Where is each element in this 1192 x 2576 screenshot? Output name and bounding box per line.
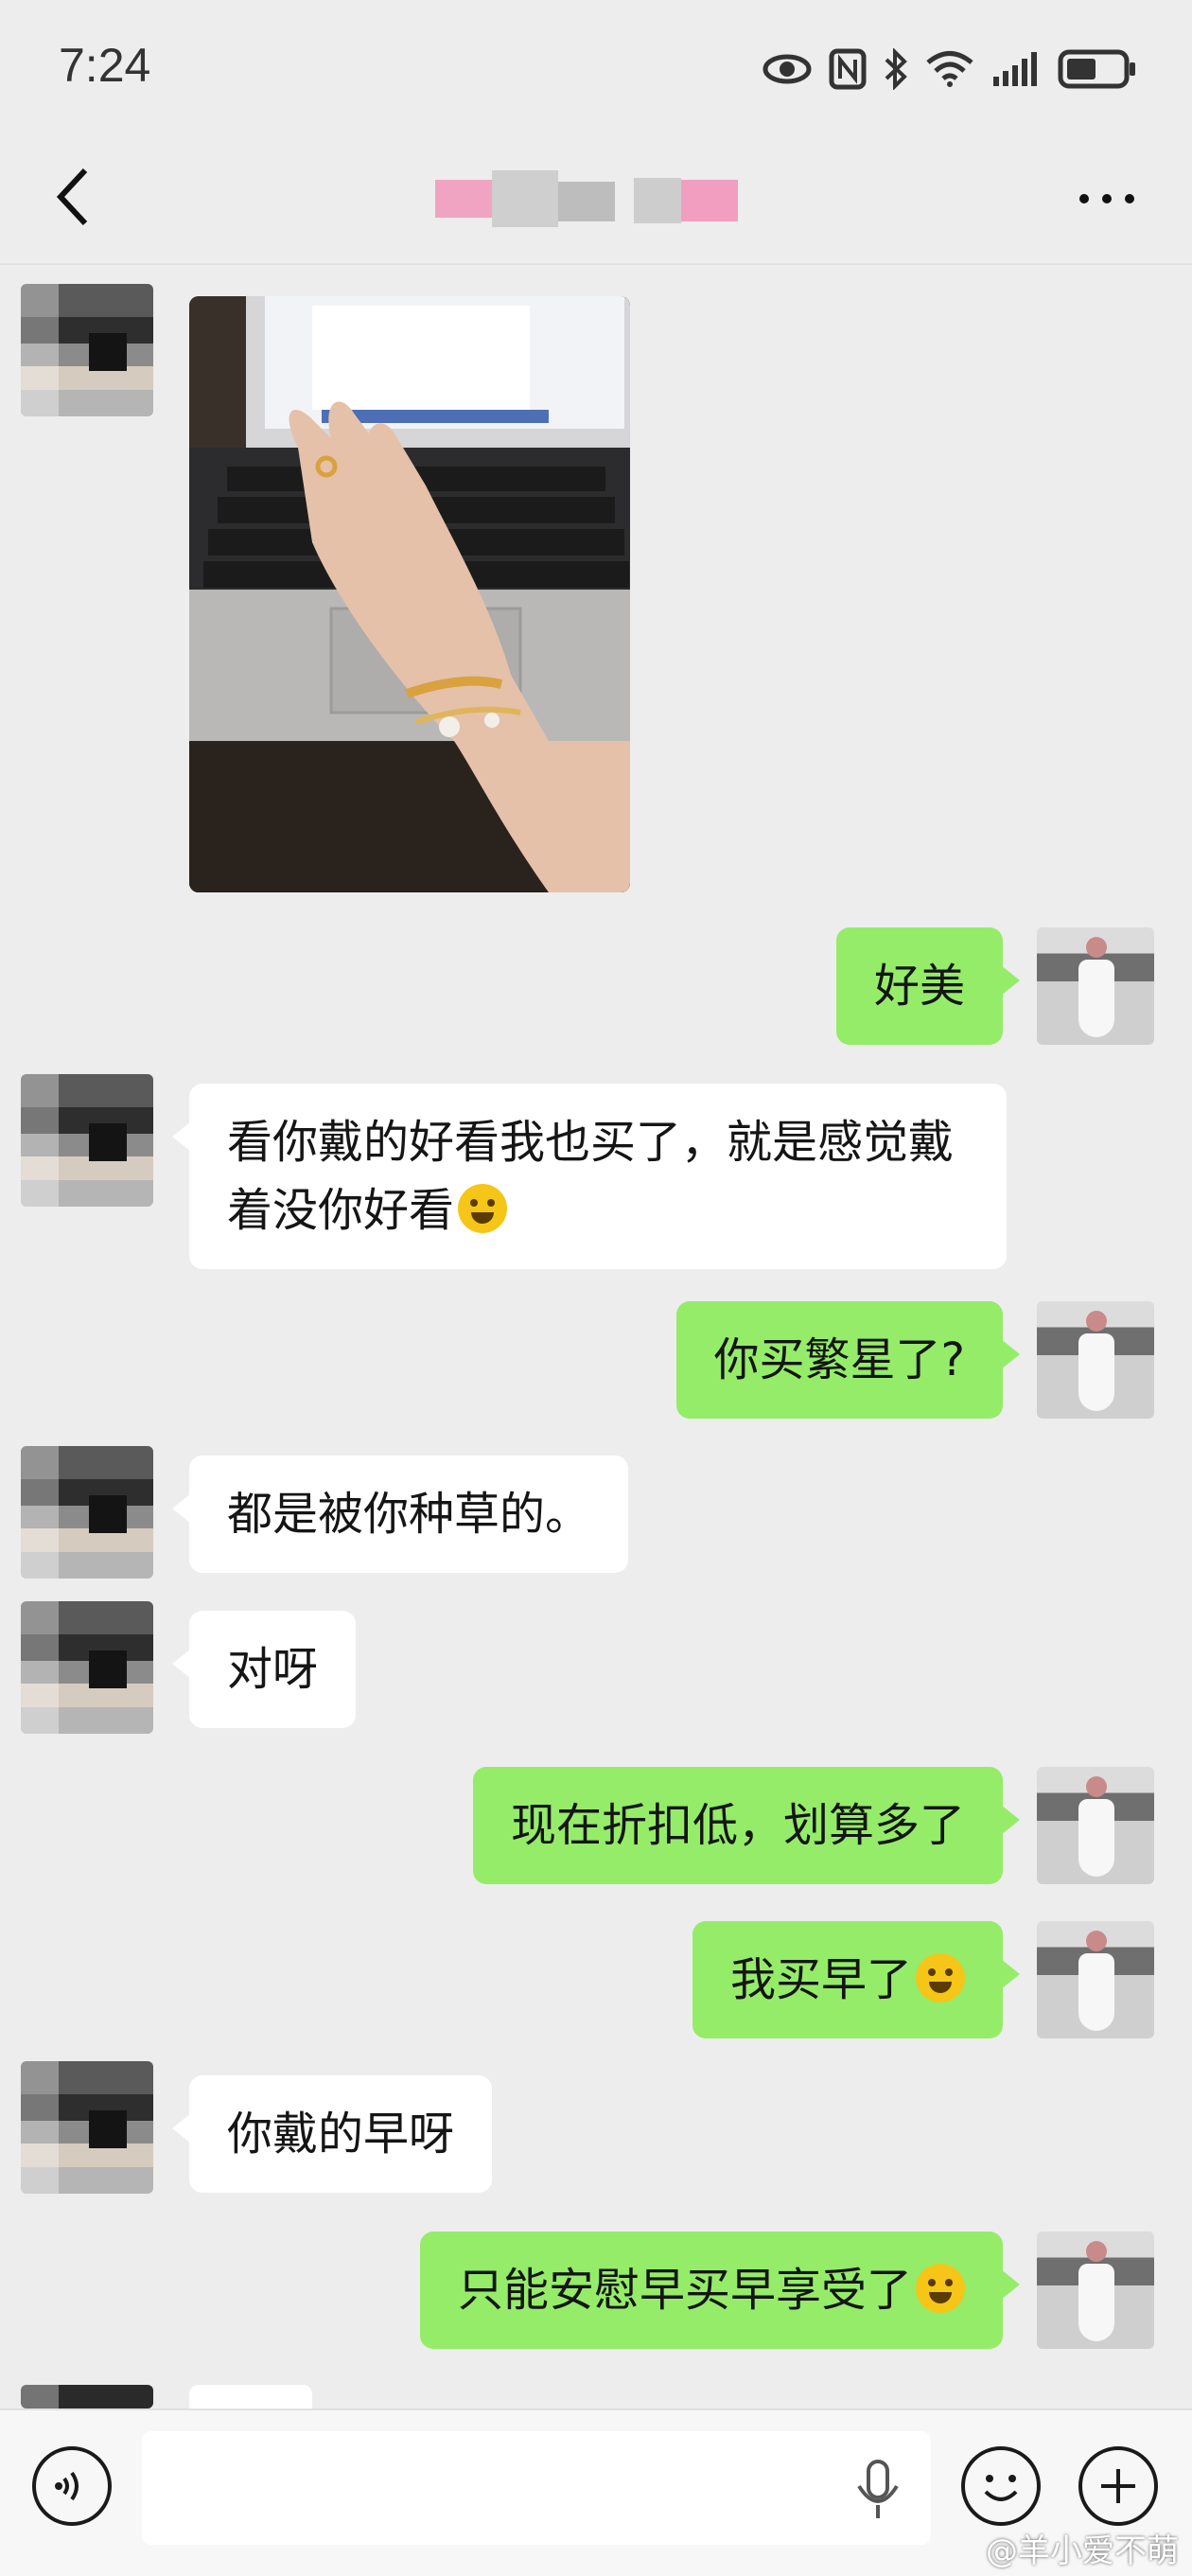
microphone-icon[interactable] [850, 2458, 906, 2524]
message-bubble-outgoing[interactable]: 现在折扣低，划算多了 [472, 1767, 1021, 1884]
message-bubble-incoming[interactable]: 你戴的早呀 [171, 2075, 493, 2193]
contact-avatar[interactable] [21, 284, 153, 416]
self-avatar[interactable] [1037, 1767, 1154, 1884]
message-bubble-partial [189, 2385, 312, 2408]
contact-name-blurred [435, 170, 747, 237]
more-horizontal-icon[interactable] [1069, 161, 1145, 237]
emoji-button[interactable] [961, 2446, 1041, 2526]
nfc-icon [829, 48, 867, 90]
add-button[interactable] [1078, 2446, 1158, 2526]
thinking-emoji [916, 2264, 965, 2313]
message-input[interactable] [142, 2431, 931, 2545]
message-text: 对呀 [227, 1643, 319, 1696]
message-bubble-outgoing[interactable]: 你买繁星了? [675, 1301, 1021, 1419]
contact-avatar[interactable] [21, 2061, 153, 2194]
message-text: 你戴的早呀 [227, 2108, 455, 2161]
message-bubble-outgoing[interactable]: 只能安慰早买早享受了 [419, 2232, 1021, 2349]
self-avatar[interactable] [1037, 1301, 1154, 1419]
message-bubble-incoming[interactable]: 都是被你种草的。 [171, 1456, 629, 1573]
smiley-icon [984, 2475, 1018, 2501]
signal-icon [993, 52, 1037, 86]
message-bubble-outgoing[interactable]: 好美 [835, 927, 1021, 1045]
message-text: 都是被你种草的。 [227, 1488, 591, 1541]
contact-avatar[interactable] [21, 1074, 153, 1207]
status-icons [763, 36, 1137, 102]
contact-avatar-partial [21, 2385, 153, 2408]
bracelet-photo [189, 296, 630, 892]
battery-icon [1058, 49, 1135, 89]
message-text: 你买繁星了? [713, 1333, 965, 1386]
status-bar: 7:24 [0, 0, 1192, 132]
message-text: 看你戴的好看我也买了，就是感觉戴着没你好看 [227, 1116, 955, 1237]
chat-header [0, 132, 1192, 260]
watermark: @羊小爱不萌 [986, 2532, 1179, 2570]
self-avatar[interactable] [1037, 927, 1154, 1045]
message-text: 只能安慰早买早享受了 [457, 2264, 912, 2317]
header-divider [0, 263, 1192, 265]
laugh-cry-emoji [458, 1184, 508, 1233]
contact-avatar[interactable] [21, 1446, 153, 1579]
message-text: 我买早了 [729, 1953, 912, 2006]
plus-icon [1101, 2469, 1135, 2503]
contact-avatar[interactable] [21, 1601, 153, 1734]
message-text: 好美 [873, 960, 965, 1013]
message-bubble-incoming[interactable]: 对呀 [171, 1611, 357, 1728]
self-avatar[interactable] [1037, 2232, 1154, 2349]
message-bubble-incoming[interactable]: 看你戴的好看我也买了，就是感觉戴着没你好看 [172, 1084, 1007, 1269]
voice-icon [55, 2471, 79, 2501]
wifi-icon [926, 51, 973, 87]
message-text: 现在折扣低，划算多了 [510, 1799, 965, 1852]
bluetooth-icon [885, 48, 907, 90]
crying-emoji [916, 1953, 965, 2003]
chevron-left-icon[interactable] [38, 159, 114, 235]
message-bubble-outgoing[interactable]: 我买早了 [692, 1921, 1021, 2038]
eye-icon [763, 54, 812, 84]
chat-image[interactable] [189, 296, 630, 892]
status-time: 7:24 [59, 39, 151, 92]
self-avatar[interactable] [1037, 1921, 1154, 2038]
voice-button[interactable] [32, 2446, 112, 2526]
